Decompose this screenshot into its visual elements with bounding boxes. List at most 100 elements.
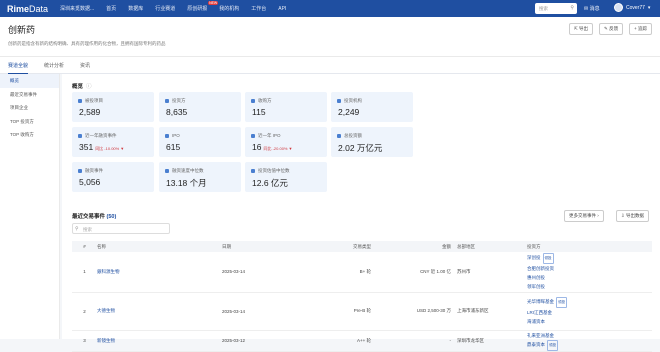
stat-card: IPO 615 (159, 127, 241, 157)
deal-count: (50) (106, 214, 117, 220)
arrow-down-icon: ▼ (288, 146, 293, 151)
chevron-right-icon: › (597, 213, 599, 218)
investor-link[interactable]: 礼来亚洲基金 (527, 331, 652, 340)
messages-button[interactable]: ✉ 消息 (584, 5, 600, 12)
export-button[interactable]: ⇱ 导出 (569, 23, 594, 35)
sidebar-item-overview[interactable]: 概览 (0, 74, 59, 88)
bell-icon: ✉ (584, 6, 589, 12)
nav-org-switcher[interactable]: 深圳来觅数据... (60, 5, 94, 12)
yoy-change: 同比 -20.00% (263, 146, 288, 151)
info-icon[interactable]: ⓘ (86, 84, 92, 90)
recent-deals-title: 最近交易事件 (50) (72, 214, 117, 220)
col-header-name[interactable]: 名称 (94, 241, 219, 252)
overview-title: 概览 ⓘ (72, 84, 92, 90)
top-navbar: RimeData 深圳来觅数据... 首页 数据库 行业赛道 原创研报 NEW 我… (0, 0, 660, 17)
stat-card: 近一年融资事件 351 同比 -10.00%▼ (72, 127, 154, 157)
stat-icon (165, 169, 169, 173)
user-menu[interactable]: Cover77 ▾ (614, 3, 650, 12)
global-search-input[interactable]: 搜索 ⚲ (535, 3, 577, 14)
yoy-change: 同比 -10.00% (95, 146, 120, 151)
stat-card: 总投资额 2.02 万亿元 (331, 127, 413, 157)
main-content: 概览 ⓘ 被投项目 2,589 投资方 8,635 收购方 115 投资机构 2,249 … (62, 74, 660, 352)
col-header-amount[interactable]: 金额 (374, 241, 454, 252)
company-link[interactable]: 大德生物 (94, 292, 219, 331)
stat-card: 投资机构 2,249 (331, 92, 413, 122)
chevron-down-icon: ▾ (647, 4, 651, 11)
investor-link[interactable]: 领军创投 (527, 282, 652, 291)
lead-tag: 领投 (547, 339, 558, 351)
new-badge: NEW (208, 1, 219, 5)
investor-link[interactable]: 深创投 (527, 255, 541, 260)
table-row[interactable]: 3 新镜生物 2025-03-12 A++ 轮 - 深圳市龙华区 礼来亚洲基金 … (72, 330, 652, 352)
investor-list: 光华博晖基金 领投 LRI江西基金 海浦资本 (524, 292, 652, 331)
company-link[interactable]: 銀科源生物 (94, 252, 219, 293)
page-header: 创新药 创新药是指含有新的结构明确、具有药理作用的化合物，且拥有国际专利的药品 … (0, 17, 660, 57)
company-link[interactable]: 新镜生物 (94, 330, 219, 352)
sidebar-item-top-acquirers[interactable]: TOP 收购方 (0, 128, 59, 142)
tab-overview[interactable]: 赛道全貌 (8, 57, 29, 74)
sidebar-item-companies[interactable]: 项目企业 (0, 101, 59, 115)
export-icon: ⇱ (574, 26, 578, 31)
stat-icon (78, 99, 82, 103)
stat-icon (78, 169, 82, 173)
nav-api[interactable]: API (278, 6, 286, 12)
stat-icon (78, 134, 82, 138)
arrow-down-icon: ▼ (120, 146, 125, 151)
investor-link[interactable]: 合肥创新投资 (527, 264, 652, 273)
col-header-date[interactable]: 日期 (219, 241, 314, 252)
investor-link[interactable]: 海浦资本 (527, 317, 652, 326)
nav-database[interactable]: 数据库 (128, 5, 143, 12)
section-sidebar: 概览 最近交易事件 项目企业 TOP 投资方 TOP 收购方 (0, 74, 60, 339)
stat-icon (337, 134, 341, 138)
stat-card: 投资估值中位数 12.6 亿元 (245, 162, 327, 192)
col-header-region: 总部地区 (454, 241, 524, 252)
deal-search-input[interactable]: ⚲ 搜索 (72, 223, 170, 234)
download-icon: ⇩ (621, 213, 625, 218)
stat-card: 融资事件 5,056 (72, 162, 154, 192)
export-data-button[interactable]: ⇩ 导出数据 (616, 210, 650, 222)
stat-card: 融资速度中位数 13.18 个月 (159, 162, 241, 192)
investor-link[interactable]: 鼎泰资本 (527, 342, 545, 347)
track-button[interactable]: + 追踪 (629, 23, 652, 35)
deals-table: # 名称 日期 交易类型 金额 总部地区 投资方 1 銀科源生物 2025-03… (72, 241, 652, 352)
plus-icon: + (634, 26, 637, 31)
lead-tag: 领投 (556, 296, 567, 308)
table-row[interactable]: 2 大德生物 2025-03-14 Pre-B 轮 USD 2,500-30 万… (72, 292, 652, 331)
sidebar-item-top-investors[interactable]: TOP 投资方 (0, 115, 59, 129)
stat-icon (165, 134, 169, 138)
page-title: 创新药 (8, 25, 36, 35)
lead-tag: 领投 (542, 252, 554, 264)
tab-news[interactable]: 资讯 (80, 57, 90, 74)
nav-home[interactable]: 首页 (106, 5, 116, 12)
col-header-investors: 投资方 (524, 241, 652, 252)
stat-icon (337, 99, 341, 103)
feedback-icon: ✎ (604, 26, 608, 31)
investor-link[interactable]: 光华博晖基金 (527, 299, 554, 304)
search-icon: ⚲ (570, 5, 574, 11)
col-header-index: # (72, 241, 94, 252)
stat-icon (251, 169, 255, 173)
stat-card: 近一年 IPO 16 同比 -20.00%▼ (245, 127, 327, 157)
feedback-button[interactable]: ✎ 反馈 (599, 23, 624, 35)
table-row[interactable]: 1 銀科源生物 2025-03-14 B+ 轮 CNY 近 1.00 亿 苏州市… (72, 252, 652, 293)
investor-link[interactable]: LRI江西基金 (527, 308, 652, 317)
stat-icon (165, 99, 169, 103)
nav-industry-track[interactable]: 行业赛道 (155, 5, 175, 12)
main-nav: 深圳来觅数据... 首页 数据库 行业赛道 原创研报 NEW 我的机构 工作台 A… (60, 1, 298, 12)
search-icon: ⚲ (75, 226, 79, 232)
more-deals-button[interactable]: 更多交易事件 › (564, 210, 604, 222)
stat-icon (251, 99, 255, 103)
page-description: 创新药是指含有新的结构明确、具有药理作用的化合物，且拥有国际专利的药品 (8, 41, 166, 46)
nav-my-institution[interactable]: 我的机构 (219, 5, 239, 12)
sidebar-item-recent-deals[interactable]: 最近交易事件 (0, 88, 59, 102)
nav-workbench[interactable]: 工作台 (251, 5, 266, 12)
logo[interactable]: RimeData (7, 4, 57, 14)
stat-card: 收购方 115 (245, 92, 327, 122)
table-header-row: # 名称 日期 交易类型 金额 总部地区 投资方 (72, 241, 652, 252)
investor-link[interactable]: 惠州创投 (527, 273, 652, 282)
col-header-type[interactable]: 交易类型 (314, 241, 374, 252)
nav-research-reports[interactable]: 原创研报 NEW (187, 1, 219, 12)
tab-statistics[interactable]: 统计分析 (44, 57, 64, 74)
investor-list: 深创投 领投 合肥创新投资 惠州创投 领军创投 (524, 252, 652, 293)
stat-card: 被投项目 2,589 (72, 92, 154, 122)
